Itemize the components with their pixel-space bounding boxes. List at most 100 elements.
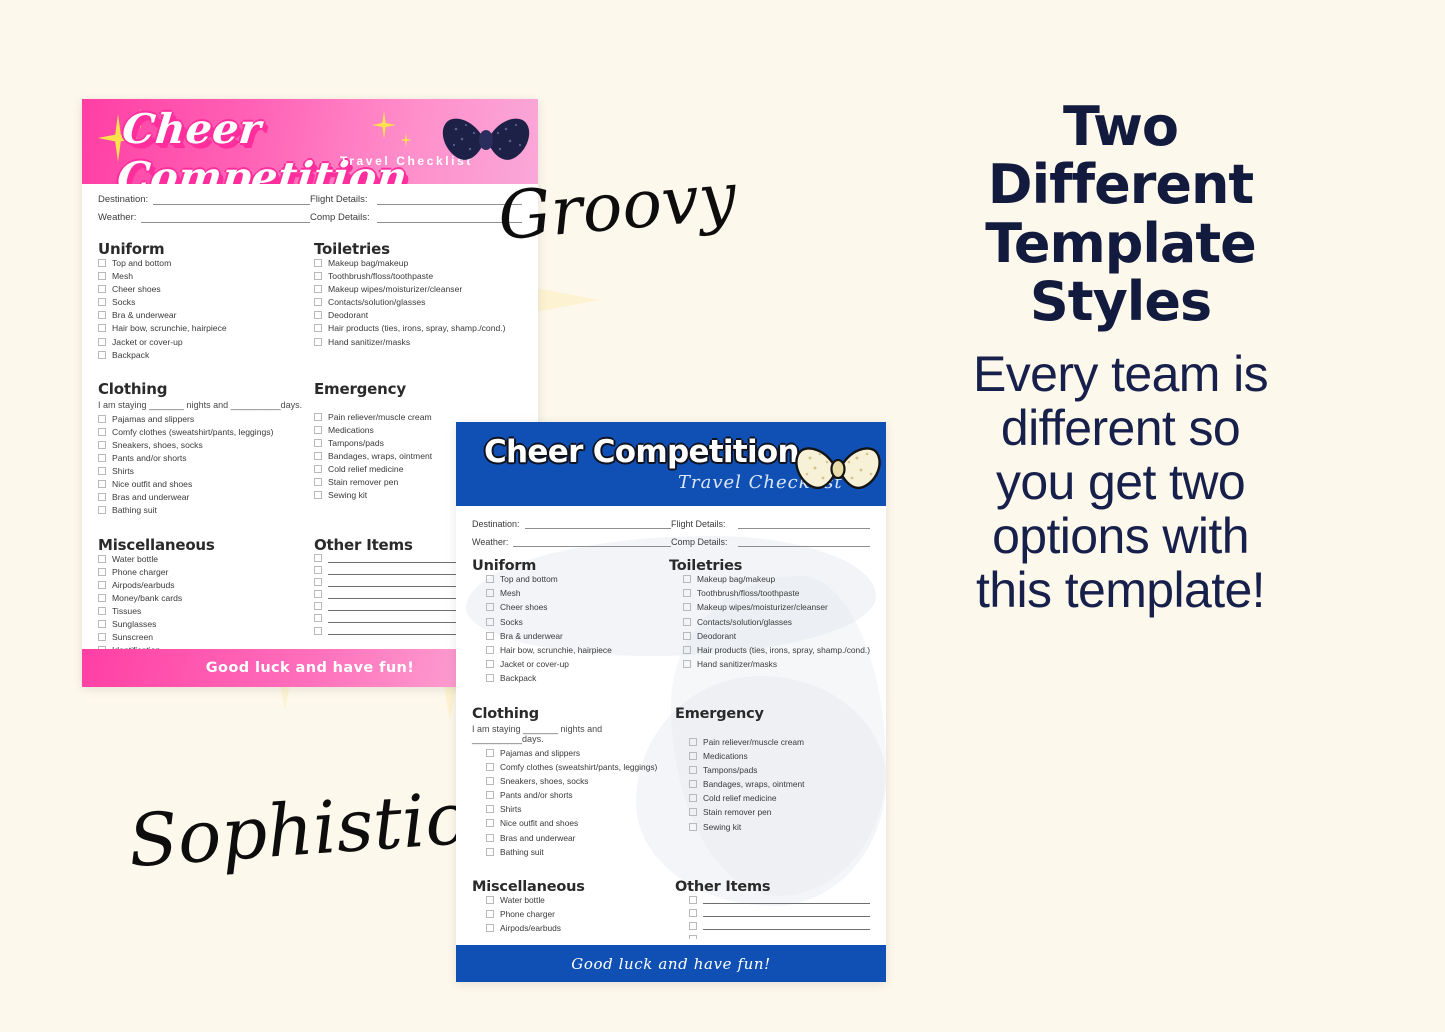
- checkbox-icon[interactable]: [486, 805, 494, 814]
- weather-field[interactable]: Weather:: [98, 212, 310, 223]
- checklist-item[interactable]: Backpack: [486, 673, 661, 683]
- checklist-item[interactable]: Deodorant: [683, 631, 870, 641]
- checkbox-icon[interactable]: [314, 259, 322, 267]
- checklist-item[interactable]: Shirts: [486, 804, 667, 814]
- destination-input-line[interactable]: [524, 518, 671, 529]
- checkbox-icon[interactable]: [689, 737, 697, 746]
- checkbox-icon[interactable]: [98, 350, 106, 359]
- checkbox-icon[interactable]: [98, 619, 106, 628]
- comp-field[interactable]: Comp Details:: [671, 536, 870, 547]
- blank-checklist-row[interactable]: [689, 935, 870, 939]
- checkbox-icon[interactable]: [689, 808, 697, 817]
- flight-input-line[interactable]: [738, 518, 870, 529]
- checkbox-icon[interactable]: [486, 589, 494, 598]
- destination-input-line[interactable]: [153, 194, 310, 205]
- checkbox-icon[interactable]: [486, 617, 494, 626]
- checklist-item[interactable]: Sunscreen: [98, 632, 306, 642]
- comp-field[interactable]: Comp Details:: [310, 212, 522, 223]
- checkbox-icon[interactable]: [98, 440, 106, 449]
- weather-input-line[interactable]: [513, 536, 671, 547]
- checkbox-icon[interactable]: [683, 589, 691, 598]
- checkbox-icon[interactable]: [98, 593, 106, 602]
- checklist-item[interactable]: Hair products (ties, irons, spray, shamp…: [683, 645, 870, 655]
- checklist-item[interactable]: Bathing suit: [98, 505, 306, 515]
- checklist-item[interactable]: Pants and/or shorts: [486, 790, 667, 800]
- checklist-item[interactable]: Medications: [689, 751, 870, 761]
- checklist-item[interactable]: Jacket or cover-up: [98, 337, 306, 347]
- checkbox-icon[interactable]: [689, 765, 697, 774]
- checkbox-icon[interactable]: [689, 895, 697, 904]
- checkbox-icon[interactable]: [314, 614, 322, 623]
- checkbox-icon[interactable]: [314, 478, 322, 487]
- checkbox-icon[interactable]: [683, 603, 691, 612]
- checklist-item[interactable]: Sneakers, shoes, socks: [486, 776, 667, 786]
- checkbox-icon[interactable]: [486, 575, 494, 583]
- write-in-line[interactable]: [703, 908, 870, 918]
- flight-field[interactable]: Flight Details:: [310, 194, 522, 205]
- checkbox-icon[interactable]: [689, 935, 697, 939]
- checklist-item[interactable]: Water bottle: [98, 554, 306, 564]
- checkbox-icon[interactable]: [314, 554, 322, 562]
- checklist-item[interactable]: Water bottle: [486, 895, 667, 905]
- checklist-item[interactable]: Stain remover pen: [689, 807, 870, 817]
- checklist-item[interactable]: Backpack: [98, 350, 306, 360]
- checklist-item[interactable]: Nice outfit and shoes: [98, 479, 306, 489]
- checkbox-icon[interactable]: [314, 272, 322, 281]
- checkbox-icon[interactable]: [683, 660, 691, 669]
- checklist-item[interactable]: Bras and underwear: [98, 492, 306, 502]
- checkbox-icon[interactable]: [314, 491, 322, 500]
- blank-checklist-row[interactable]: [689, 908, 870, 918]
- checkbox-icon[interactable]: [689, 794, 697, 803]
- checklist-item[interactable]: Socks: [486, 617, 661, 627]
- checklist-item[interactable]: Cheer shoes: [98, 284, 306, 294]
- checkbox-icon[interactable]: [98, 467, 106, 476]
- destination-field[interactable]: Destination:: [98, 194, 310, 205]
- checklist-item[interactable]: Mesh: [98, 271, 306, 281]
- write-in-line[interactable]: [703, 895, 870, 904]
- checkbox-icon[interactable]: [486, 631, 494, 640]
- weather-field[interactable]: Weather:: [472, 536, 671, 547]
- checklist-item[interactable]: Shirts: [98, 466, 306, 476]
- checkbox-icon[interactable]: [98, 427, 106, 436]
- checklist-item[interactable]: Hand sanitizer/masks: [314, 337, 522, 347]
- checklist-item[interactable]: Money/bank cards: [486, 938, 667, 939]
- checkbox-icon[interactable]: [314, 324, 322, 333]
- checklist-item[interactable]: Makeup wipes/moisturizer/cleanser: [683, 602, 870, 612]
- checkbox-icon[interactable]: [689, 921, 697, 930]
- checkbox-icon[interactable]: [98, 285, 106, 294]
- checklist-item[interactable]: Top and bottom: [486, 574, 661, 584]
- checklist-item[interactable]: Top and bottom: [98, 258, 306, 268]
- checkbox-icon[interactable]: [98, 298, 106, 307]
- checklist-item[interactable]: Pants and/or shorts: [98, 453, 306, 463]
- checkbox-icon[interactable]: [98, 414, 106, 423]
- checklist-item[interactable]: Makeup bag/makeup: [314, 258, 522, 268]
- checkbox-icon[interactable]: [98, 633, 106, 642]
- destination-field[interactable]: Destination:: [472, 518, 671, 529]
- checklist-item[interactable]: Comfy clothes (sweatshirt/pants, legging…: [486, 762, 667, 772]
- checkbox-icon[interactable]: [98, 454, 106, 463]
- checklist-item[interactable]: Bra & underwear: [98, 310, 306, 320]
- checkbox-icon[interactable]: [486, 847, 494, 856]
- checklist-item[interactable]: Phone charger: [486, 909, 667, 919]
- checkbox-icon[interactable]: [314, 438, 322, 447]
- checklist-item[interactable]: Toothbrush/floss/toothpaste: [683, 588, 870, 598]
- checklist-item[interactable]: Money/bank cards: [98, 593, 306, 603]
- checkbox-icon[interactable]: [98, 580, 106, 589]
- checklist-item[interactable]: Contacts/solution/glasses: [314, 297, 522, 307]
- checklist-item[interactable]: Makeup wipes/moisturizer/cleanser: [314, 284, 522, 294]
- blank-checklist-row[interactable]: [689, 921, 870, 931]
- checklist-item[interactable]: Pain reliever/muscle cream: [314, 412, 522, 422]
- checkbox-icon[interactable]: [486, 762, 494, 771]
- checklist-item[interactable]: Pajamas and slippers: [486, 748, 667, 758]
- checkbox-icon[interactable]: [683, 575, 691, 583]
- checklist-item[interactable]: Pajamas and slippers: [98, 414, 306, 424]
- checkbox-icon[interactable]: [486, 910, 494, 919]
- checklist-item[interactable]: Sneakers, shoes, socks: [98, 440, 306, 450]
- checklist-item[interactable]: Bra & underwear: [486, 631, 661, 641]
- weather-input-line[interactable]: [141, 212, 310, 223]
- checklist-item[interactable]: Pain reliever/muscle cream: [689, 737, 870, 747]
- checklist-item[interactable]: Bathing suit: [486, 847, 667, 857]
- checklist-item[interactable]: Nice outfit and shoes: [486, 818, 667, 828]
- checklist-item[interactable]: Bras and underwear: [486, 833, 667, 843]
- checklist-item[interactable]: Hair bow, scrunchie, hairpiece: [486, 645, 661, 655]
